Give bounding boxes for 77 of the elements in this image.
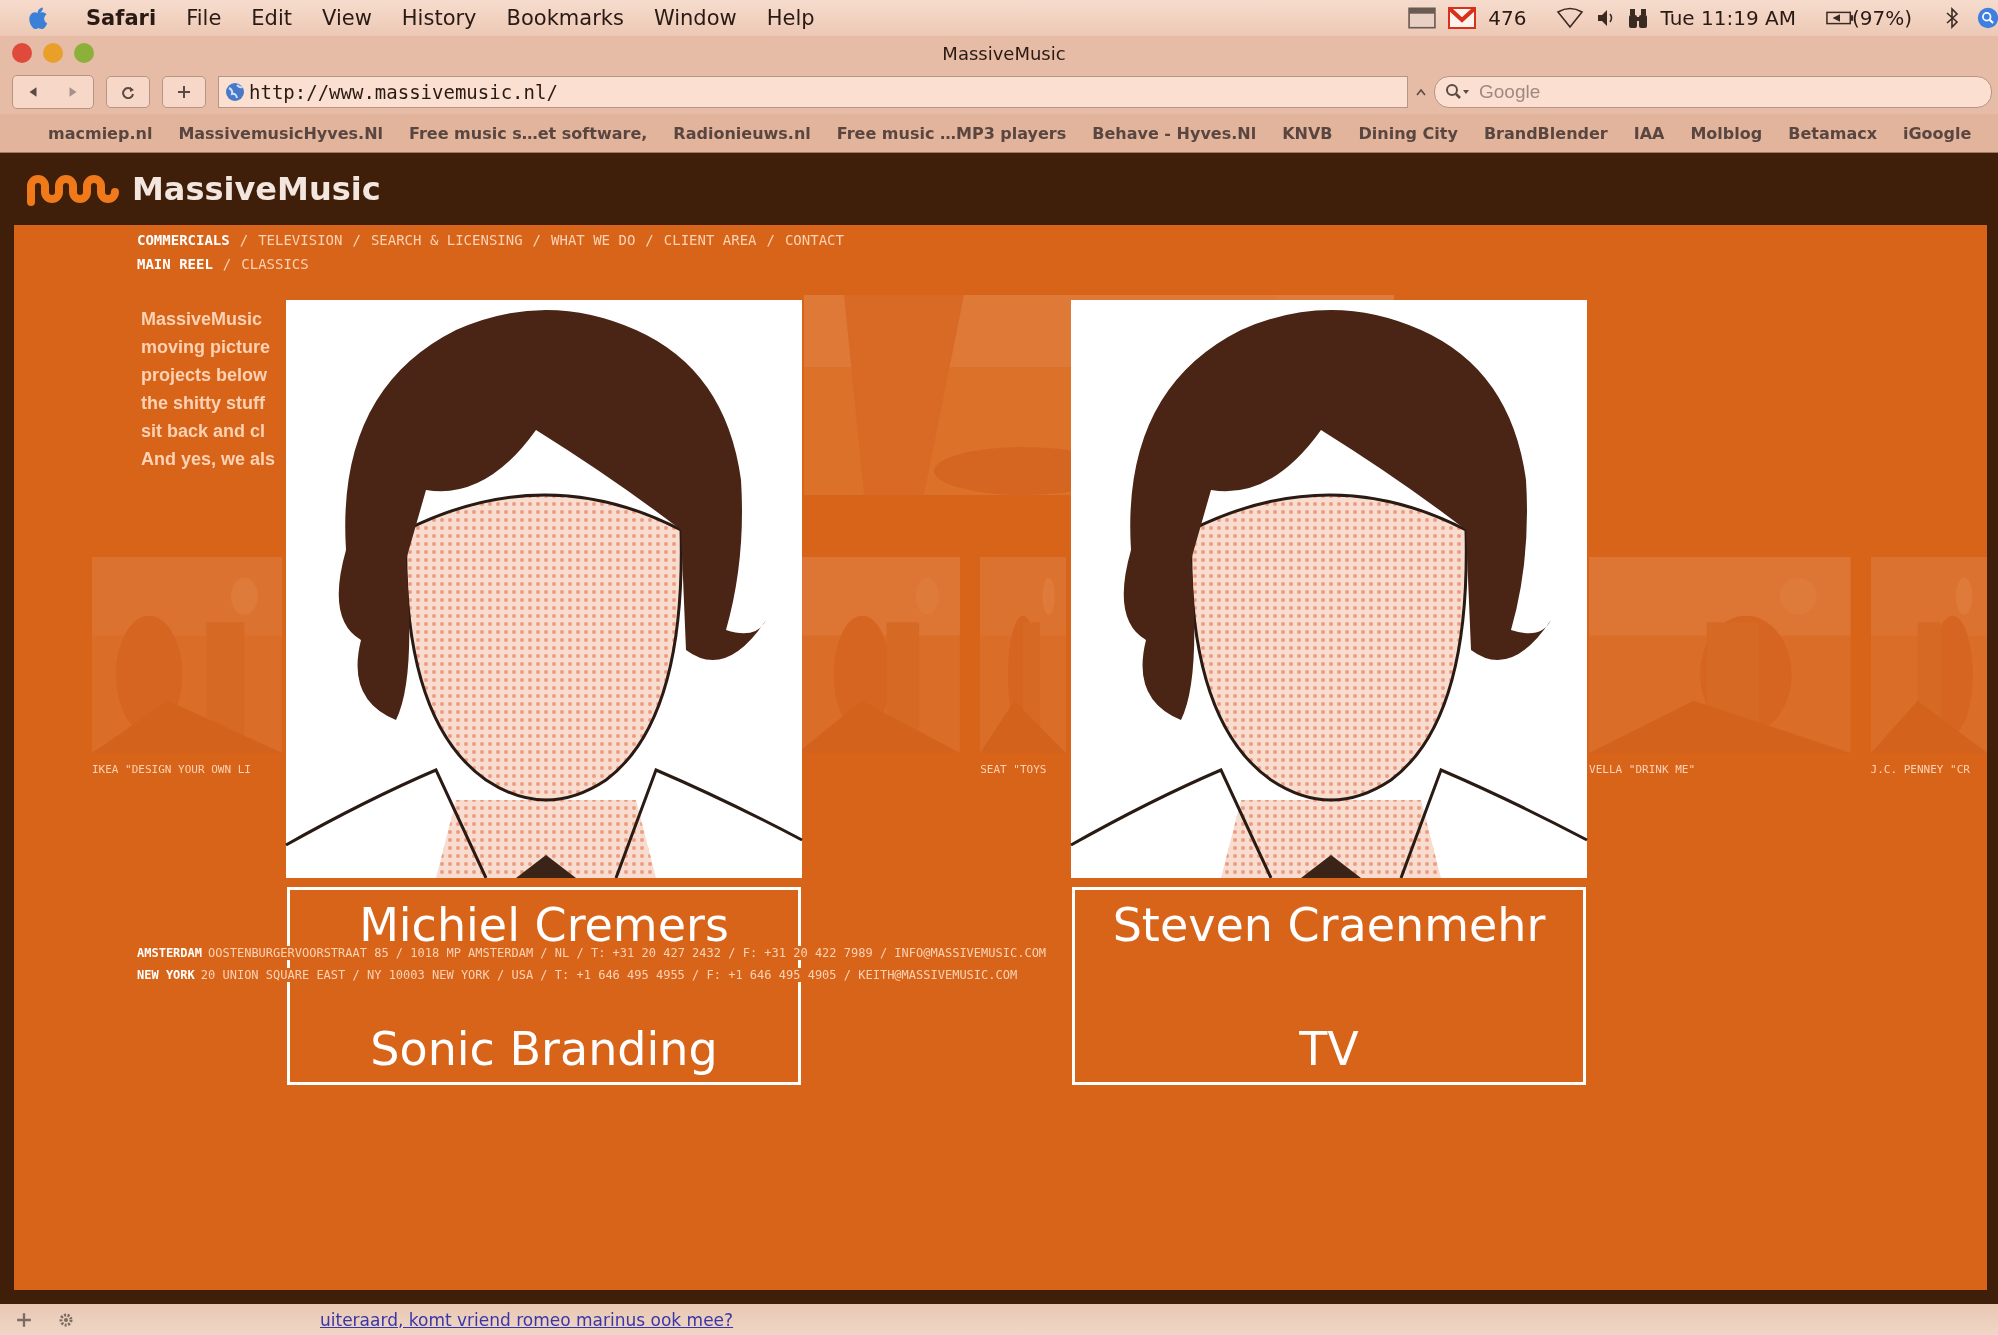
nav-link[interactable]: COMMERCIALS (137, 232, 230, 248)
nav-link[interactable]: CLIENT AREA (663, 232, 757, 248)
reload-icon (121, 85, 135, 99)
bookmark-link[interactable]: KNVB (1282, 123, 1333, 143)
bookmark-link[interactable]: Free music …MP3 players (836, 123, 1067, 143)
calendar-icon[interactable] (1408, 7, 1437, 29)
search-icon (1445, 83, 1471, 101)
search-field[interactable]: Google (1477, 80, 1981, 104)
menu-item[interactable]: File (186, 6, 222, 30)
menu-item[interactable]: View (322, 6, 372, 30)
bookmark-link[interactable]: IAA (1633, 123, 1665, 143)
thumbnail-caption[interactable]: VELLA "DRINK ME" (1589, 763, 1851, 776)
reload-button[interactable] (106, 76, 150, 108)
search-bar[interactable]: Google (1434, 76, 1992, 108)
menu-item[interactable]: Bookmarks (506, 6, 624, 30)
globe-icon (225, 82, 245, 102)
bookmark-link[interactable]: macmiep.nl (48, 123, 153, 143)
thumbnail-caption[interactable]: J.C. PENNEY "CR (1870, 763, 1987, 776)
bookmark-link[interactable]: Molblog (1690, 123, 1763, 143)
person-role: TV (1299, 1022, 1359, 1076)
add-bookmark-button[interactable] (162, 76, 206, 108)
window-title: MassiveMusic (942, 42, 1066, 64)
close-button[interactable] (12, 43, 32, 63)
subnav-link[interactable]: CLASSICS (241, 256, 309, 272)
nav-link[interactable]: TELEVISION (258, 232, 343, 248)
site-logo[interactable]: MassiveMusic (132, 170, 381, 208)
nav-separator: / (645, 232, 654, 248)
bookmark-link[interactable]: Behave - Hyves.Nl (1092, 123, 1257, 143)
thumbnail-caption[interactable]: SEAT "TOYS (980, 763, 1067, 776)
battery-percentage: (97%) (1851, 6, 1912, 30)
plus-icon (177, 85, 191, 99)
bookmark-link[interactable]: BrandBlender (1483, 123, 1608, 143)
address-bar[interactable]: http://www.massivemusic.nl/ (218, 76, 1408, 108)
apple-icon[interactable] (26, 5, 48, 31)
nav-separator: / (352, 232, 361, 248)
menu-item[interactable]: History (401, 6, 477, 30)
wave-logo-icon[interactable] (26, 172, 122, 206)
wifi-icon[interactable] (1556, 7, 1585, 29)
intro-text-line: moving picture (141, 337, 271, 358)
mail-count: 476 (1488, 6, 1527, 30)
nav-separator: / (239, 232, 249, 248)
intro-text-line: the shitty stuff (141, 393, 266, 414)
nav-separator: / (222, 256, 232, 272)
nav-link[interactable]: CONTACT (784, 232, 844, 248)
nav-link[interactable]: WHAT WE DO (551, 232, 636, 248)
intro-text-line: projects below (141, 365, 269, 386)
person-role: Sonic Branding (370, 1022, 718, 1076)
gear-icon[interactable] (58, 1311, 74, 1328)
url-field[interactable]: http://www.massivemusic.nl/ (249, 81, 1401, 103)
bookmark-link[interactable]: Free music s…et software, (409, 123, 648, 143)
clock[interactable]: Tue 11:19 AM (1660, 6, 1796, 30)
address-city: NEW YORK (137, 968, 195, 982)
menu-item[interactable]: Window (653, 6, 737, 30)
bookmark-link[interactable]: Betamacx (1788, 123, 1877, 143)
intro-text-line: sit back and cl (141, 421, 267, 442)
address-city: AMSTERDAM (137, 946, 203, 960)
status-link[interactable]: uiteraard, komt vriend romeo marinus ook mee? (320, 1309, 734, 1330)
binoculars-icon[interactable] (1628, 7, 1649, 29)
thumbnail-caption[interactable]: IKEA "DESIGN YOUR OWN LI (92, 763, 283, 776)
menu-item[interactable]: Safari (86, 6, 157, 30)
menu-item[interactable]: Help (766, 6, 815, 30)
mail-icon[interactable] (1448, 7, 1477, 29)
nav-separator: / (766, 232, 775, 248)
plus-icon[interactable] (16, 1311, 32, 1328)
caret-icon[interactable] (1416, 88, 1426, 96)
bookmark-link[interactable]: Dining City (1358, 123, 1458, 143)
intro-text-line: And yes, we als (141, 449, 277, 470)
nav-link[interactable]: SEARCH & LICENSING (370, 232, 523, 248)
bookmark-link[interactable]: MassivemusicHyves.Nl (178, 123, 384, 143)
bookmark-link[interactable]: Radionieuws.nl (673, 123, 811, 143)
menu-item[interactable]: Edit (251, 6, 292, 30)
address-details: 20 UNION SQUARE EAST / NY 10003 NEW YORK / USA / T: +1 646 495 4955 / F: +1 646 495 4905 / KEITH@MASSIVEMUSIC.COM (200, 968, 1018, 982)
intro-text-line: MassiveMusic (141, 309, 264, 330)
person-name: Steven Craenmehr (1112, 898, 1546, 952)
bookmark-link[interactable]: iGoogle (1903, 123, 1972, 143)
nav-separator: / (532, 232, 542, 248)
subnav-link[interactable]: MAIN REEL (137, 256, 213, 272)
